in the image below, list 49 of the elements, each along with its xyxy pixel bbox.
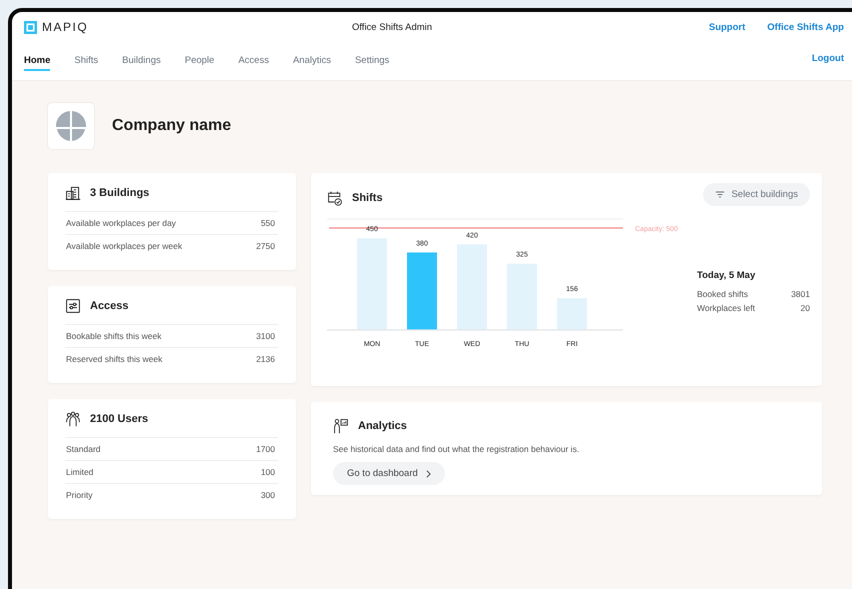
summary-title: Today, 5 May <box>697 270 756 281</box>
summary-label: Workplaces left <box>697 302 755 315</box>
card-title: Shifts <box>352 192 383 204</box>
building-icon <box>65 185 81 201</box>
filter-icon <box>715 190 726 199</box>
logo-text: MAPIQ <box>42 20 88 34</box>
nav-tab[interactable]: Home <box>24 52 50 70</box>
stat-label: Available workplaces per week <box>66 241 182 251</box>
stat-label: Available workplaces per day <box>66 218 176 228</box>
card-title: Analytics <box>358 420 407 432</box>
stat-value: 550 <box>260 218 275 228</box>
sliders-icon <box>65 298 81 314</box>
card-title: 2100 Users <box>90 413 148 425</box>
go-to-dashboard-button[interactable]: Go to dashboard <box>333 462 445 485</box>
stat-label: Priority <box>66 490 92 500</box>
stat-value: 3100 <box>256 331 275 341</box>
summary-value: 3801 <box>791 288 810 301</box>
stat-value: 2136 <box>256 354 275 364</box>
calendar-check-icon <box>327 190 343 206</box>
app-title: Office Shifts Admin <box>350 22 434 32</box>
logo-icon <box>24 20 37 34</box>
stat-value: 2750 <box>256 241 275 251</box>
logout-link[interactable]: Logout <box>812 52 852 64</box>
stat-label: Limited <box>66 467 94 477</box>
stat-label: Standard <box>66 444 100 454</box>
company-name: Company name <box>112 117 232 135</box>
stat-value: 300 <box>260 490 275 500</box>
nav-tab[interactable]: Shifts <box>74 52 98 70</box>
summary-value: 20 <box>800 302 810 315</box>
nav-tab[interactable]: People <box>184 52 214 70</box>
company-logo-icon <box>55 110 87 142</box>
nav-tab[interactable]: Buildings <box>122 52 161 70</box>
presenter-chart-icon <box>333 418 349 434</box>
nav-tab[interactable]: Access <box>238 52 269 70</box>
stat-value: 1700 <box>256 444 275 454</box>
summary-label: Booked shifts <box>697 288 748 301</box>
select-buildings-button[interactable]: Select buildings <box>703 183 810 206</box>
nav-tab[interactable]: Settings <box>354 52 390 70</box>
card-title: Access <box>90 300 129 312</box>
card-title: 3 Buildings <box>90 187 150 199</box>
users-icon <box>65 411 81 427</box>
header-link[interactable]: Office Shifts App <box>767 22 844 32</box>
chevron-right-icon <box>426 470 431 478</box>
analytics-description: See historical data and find out what the registration behaviour is. <box>333 444 580 454</box>
stat-value: 100 <box>260 467 275 477</box>
nav-tab[interactable]: Analytics <box>292 52 331 70</box>
stat-label: Bookable shifts this week <box>66 331 162 341</box>
header-link[interactable]: Support <box>708 22 746 32</box>
stat-label: Reserved shifts this week <box>66 354 162 364</box>
